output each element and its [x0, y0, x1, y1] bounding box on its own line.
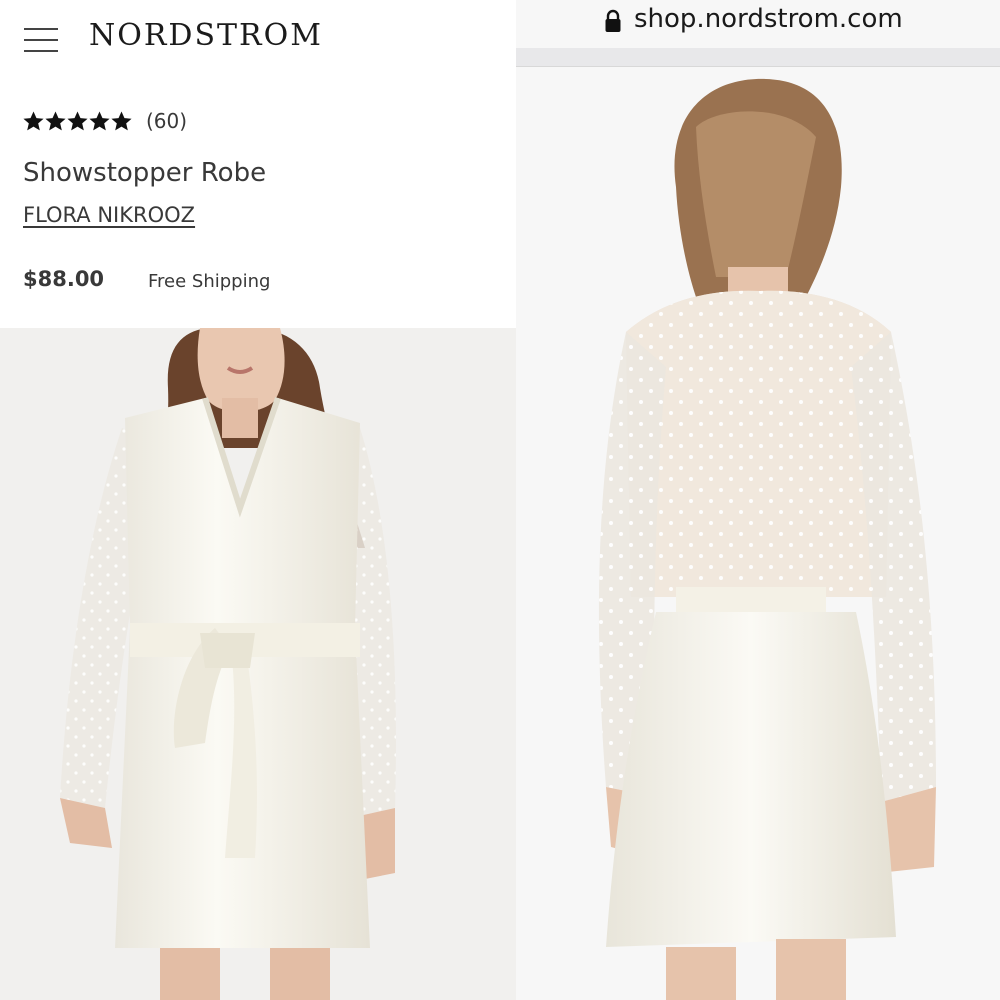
- star-icon: [111, 110, 132, 130]
- browser-panel: shop.nordstrom.com: [516, 0, 1000, 1000]
- hamburger-menu-icon[interactable]: [24, 26, 58, 54]
- url-text[interactable]: shop.nordstrom.com: [634, 4, 903, 34]
- product-title: Showstopper Robe: [23, 158, 267, 188]
- designer-link[interactable]: FLORA NIKROOZ: [23, 203, 195, 227]
- address-bar[interactable]: shop.nordstrom.com: [516, 0, 1000, 48]
- product-panel: NORDSTROM (60) Showstopper Robe FLORA NI…: [0, 0, 516, 1000]
- toolbar-divider: [516, 48, 1000, 67]
- shipping-note: Free Shipping: [148, 271, 271, 292]
- star-icon: [23, 110, 44, 130]
- star-icon: [67, 110, 88, 130]
- product-price: $88.00: [23, 267, 105, 291]
- star-icon: [89, 110, 110, 130]
- front-photo-illustration: [0, 328, 516, 1000]
- brand-logo[interactable]: NORDSTROM: [89, 18, 323, 53]
- model-front-photo[interactable]: [0, 328, 516, 1000]
- rating-count[interactable]: (60): [146, 109, 187, 133]
- product-rating[interactable]: (60): [22, 106, 187, 136]
- model-back-photo[interactable]: [516, 67, 1000, 1000]
- back-photo-illustration: [516, 67, 1000, 1000]
- star-icon: [45, 110, 66, 130]
- lock-icon: [605, 9, 621, 32]
- rating-stars: [22, 110, 132, 133]
